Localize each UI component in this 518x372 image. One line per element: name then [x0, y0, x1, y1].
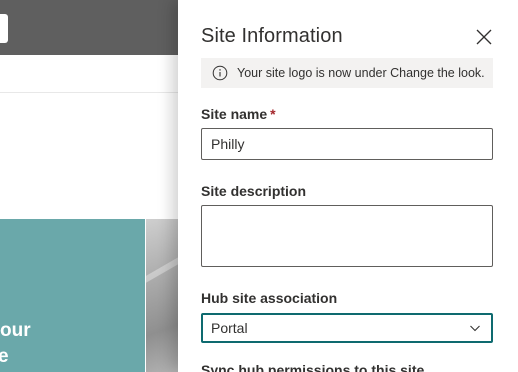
chevron-down-icon	[470, 325, 480, 332]
required-marker: *	[270, 106, 276, 122]
close-button[interactable]	[474, 27, 494, 47]
hub-site-association-label: Hub site association	[201, 290, 338, 306]
background-hero-text-line2: e	[0, 346, 9, 367]
site-name-label-text: Site name	[201, 106, 268, 122]
site-name-label: Site name *	[201, 106, 276, 122]
info-message-text: Your site logo is now under Change the l…	[237, 66, 485, 80]
sync-hub-permissions-label: Sync hub permissions to this site	[201, 362, 425, 372]
info-icon	[212, 65, 228, 81]
panel-title: Site Information	[201, 25, 343, 47]
site-information-panel: Site Information Your site logo is now u…	[178, 0, 518, 372]
site-description-input[interactable]	[201, 205, 493, 267]
info-message-bar: Your site logo is now under Change the l…	[201, 58, 493, 88]
background-suite-bar	[0, 0, 180, 55]
background-hero-tile[interactable]	[0, 219, 145, 372]
site-description-label: Site description	[201, 183, 307, 199]
background-divider	[0, 92, 180, 93]
background-hero-text-line1: our	[0, 320, 31, 341]
close-icon	[476, 29, 492, 45]
hub-site-association-dropdown[interactable]: Portal	[201, 313, 493, 343]
site-name-input[interactable]	[201, 128, 493, 160]
background-search-box[interactable]	[0, 14, 8, 43]
hub-site-association-value: Portal	[211, 320, 248, 336]
